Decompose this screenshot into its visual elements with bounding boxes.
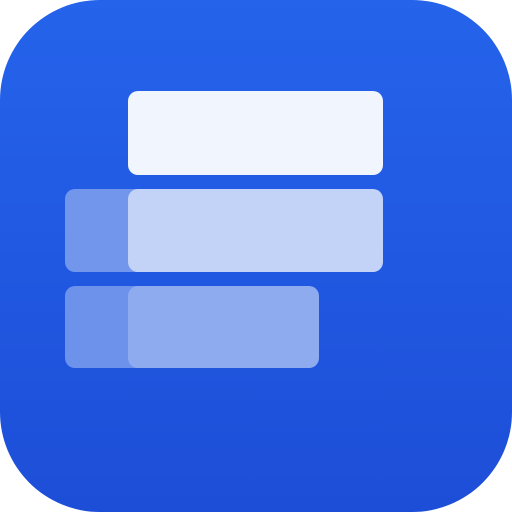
bottom-bar xyxy=(128,286,319,368)
middle-bar xyxy=(128,189,383,272)
app-icon-canvas xyxy=(0,0,512,512)
top-bar xyxy=(128,91,383,175)
app-icon-graphic xyxy=(0,0,512,512)
stacked-layers-icon[interactable] xyxy=(0,0,512,512)
